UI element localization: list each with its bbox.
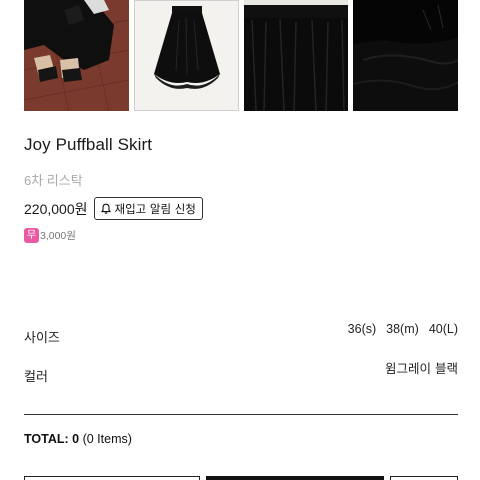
total-amount: TOTAL: 0: [24, 432, 80, 446]
thumbnail-waistband-detail-photo[interactable]: [243, 0, 349, 111]
product-title: Joy Puffball Skirt: [24, 135, 153, 154]
shipping-fee: 3,000원: [40, 230, 76, 242]
fabric-detail-image: [353, 0, 458, 111]
restock-alert-label: 재입고 알림 신청: [114, 201, 196, 216]
model-photo-image: [24, 0, 129, 111]
order-total: TOTAL: 0 (0 Items): [24, 432, 132, 446]
skirt-flat-image: [133, 0, 239, 111]
color-label: 컬러: [24, 370, 48, 385]
free-shipping-badge: 무: [24, 228, 39, 243]
size-options: 36(s) 38(m) 40(L): [348, 322, 458, 336]
price-row: 220,000원 재입고 알림 신청: [24, 197, 203, 220]
size-label: 사이즈: [24, 331, 60, 346]
color-option[interactable]: 윔그레이 블랙: [385, 358, 458, 377]
add-to-cart-button[interactable]: [24, 476, 200, 480]
thumbnail-fabric-detail-photo[interactable]: [353, 0, 458, 111]
thumbnail-model-photo[interactable]: [24, 0, 129, 111]
bell-icon: [100, 203, 111, 214]
size-option-38[interactable]: 38(m): [386, 322, 419, 336]
product-thumbnails: [24, 0, 458, 111]
wishlist-button[interactable]: [390, 476, 458, 480]
thumbnail-skirt-flat-photo[interactable]: [133, 0, 239, 111]
restock-alert-button[interactable]: 재입고 알림 신청: [93, 197, 203, 220]
size-option-36[interactable]: 36(s): [348, 322, 376, 336]
buy-now-button[interactable]: [206, 476, 384, 480]
waistband-detail-image: [243, 0, 349, 111]
product-price: 220,000원: [24, 200, 88, 217]
total-items: (0 Items): [82, 432, 132, 446]
shipping-info: 무 3,000원: [24, 228, 76, 243]
options-divider: [24, 414, 458, 415]
product-subtitle: 6차 리스탁: [24, 173, 83, 188]
size-option-40[interactable]: 40(L): [429, 322, 458, 336]
